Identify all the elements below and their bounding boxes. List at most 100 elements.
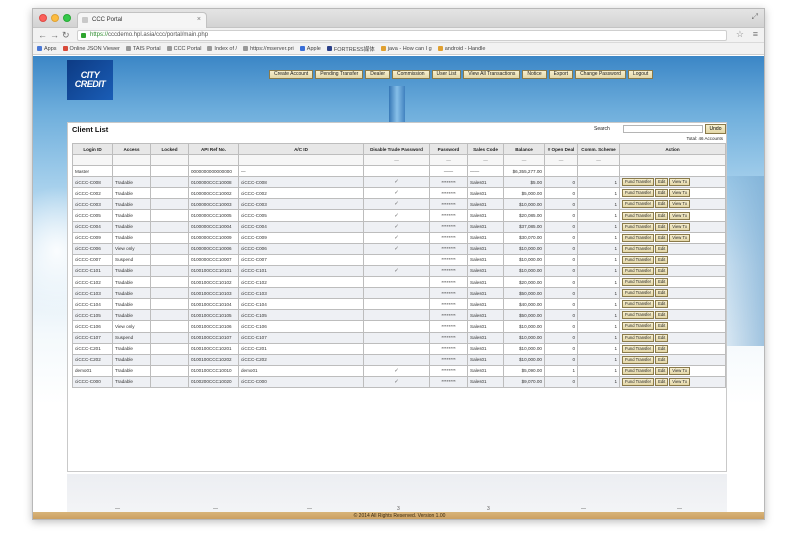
bookmark-item[interactable]: https://mserver.pri bbox=[243, 46, 294, 52]
view-tx-button[interactable]: View Tx bbox=[669, 178, 691, 187]
bookmark-item[interactable]: java - How can I g bbox=[380, 46, 432, 52]
forward-arrow-icon[interactable]: → bbox=[50, 30, 59, 40]
table-row[interactable]: ciCCC-C103 Tradable 0100100CCC10103 ciCCC-C… bbox=[72, 287, 726, 300]
column-header[interactable]: Locked bbox=[150, 142, 189, 156]
table-row[interactable]: demo01 Tradable 0100100CCC10010 demo01 ✓ ****… bbox=[72, 364, 726, 377]
table-row[interactable]: ciCCC-C201 Tradable 0100100CCC10201 ciCCC-C… bbox=[72, 342, 726, 355]
table-row[interactable]: ciCCC-C104 Tradable 0100100CCC10104 ciCCC-C… bbox=[72, 298, 726, 311]
fund-transfer-button[interactable]: Fund Transfer bbox=[622, 233, 655, 242]
filter-cell[interactable] bbox=[72, 154, 113, 167]
undo-button[interactable]: Undo bbox=[705, 124, 726, 134]
fund-transfer-button[interactable]: Fund Transfer bbox=[622, 244, 655, 253]
dealer-button[interactable]: Dealer bbox=[365, 70, 391, 79]
fund-transfer-button[interactable]: Fund Transfer bbox=[622, 211, 655, 220]
fund-transfer-button[interactable]: Fund Transfer bbox=[622, 344, 655, 353]
fund-transfer-button[interactable]: Fund Transfer bbox=[622, 311, 655, 320]
fund-transfer-button[interactable]: Fund Transfer bbox=[622, 333, 655, 342]
fund-transfer-button[interactable]: Fund Transfer bbox=[622, 222, 655, 231]
table-row[interactable]: ciCCC-C107 Suspend 0100100CCC10107 ciCCC-C1… bbox=[72, 331, 726, 344]
edit-button[interactable]: Edit bbox=[655, 300, 669, 309]
bookmark-star-icon[interactable]: ☆ bbox=[736, 29, 744, 40]
filter-cell[interactable]: — bbox=[467, 154, 504, 167]
fund-transfer-button[interactable]: Fund Transfer bbox=[622, 200, 655, 209]
table-row[interactable]: ciCCC-C101 Tradable 0100100CCC10101 ciCCC-C… bbox=[72, 264, 726, 278]
filter-cell[interactable]: — bbox=[429, 154, 468, 167]
bookmark-item[interactable]: Index of / bbox=[207, 46, 237, 52]
browser-tab[interactable]: CCC Portal × bbox=[77, 12, 207, 28]
column-header[interactable]: # Open Deal bbox=[544, 142, 578, 156]
column-header[interactable]: A/C ID bbox=[238, 142, 364, 156]
edit-button[interactable]: Edit bbox=[655, 366, 669, 375]
view-tx-button[interactable]: View Tx bbox=[669, 366, 691, 375]
search-input[interactable] bbox=[623, 125, 703, 133]
bookmark-item[interactable]: Online JSON Viewer bbox=[62, 46, 120, 52]
user-list-button[interactable]: User List bbox=[431, 70, 462, 79]
filter-cell[interactable] bbox=[150, 154, 189, 167]
edit-button[interactable]: Edit bbox=[655, 289, 669, 298]
table-row[interactable]: ciCCC-C006 View only 0100000CCC10006 ciCCC-… bbox=[72, 242, 726, 255]
edit-button[interactable]: Edit bbox=[655, 233, 669, 242]
view-tx-button[interactable]: View Tx bbox=[669, 189, 691, 198]
table-row[interactable]: ciCCC-C102 Tradable 0100100CCC10102 ciCCC-C… bbox=[72, 276, 726, 289]
bookmark-item[interactable]: Apple bbox=[299, 46, 321, 52]
bookmark-item[interactable]: FORTRESS媒体 bbox=[326, 45, 375, 53]
edit-button[interactable]: Edit bbox=[655, 322, 669, 331]
back-arrow-icon[interactable]: ← bbox=[38, 30, 47, 40]
edit-button[interactable]: Edit bbox=[655, 377, 669, 386]
fund-transfer-button[interactable]: Fund Transfer bbox=[622, 255, 655, 264]
table-row[interactable]: ciCCC-C000 Tradable 0100200CCC10020 ciCCC-C… bbox=[72, 375, 726, 388]
company-logo[interactable]: CITY CREDIT bbox=[67, 60, 113, 100]
fund-transfer-button[interactable]: Fund Transfer bbox=[622, 178, 655, 187]
export-button[interactable]: Export bbox=[548, 70, 574, 79]
table-row[interactable]: ciCCC-C002 Tradable 0100000CCC10002 ciCCC-C… bbox=[72, 187, 726, 200]
change-password-button[interactable]: Change Password bbox=[575, 70, 626, 79]
fund-transfer-button[interactable]: Fund Transfer bbox=[622, 300, 655, 309]
view-tx-button[interactable]: View Tx bbox=[669, 211, 691, 220]
table-row[interactable]: ciCCC-C004 Tradable 0100000CCC10004 ciCCC-C… bbox=[72, 220, 726, 233]
view-tx-button[interactable]: View Tx bbox=[669, 377, 691, 386]
view-all-transactions-button[interactable]: View All Transactions bbox=[463, 70, 521, 79]
view-tx-button[interactable]: View Tx bbox=[669, 200, 691, 209]
table-row[interactable]: ciCCC-C009 Tradable 0100000CCC10009 ciCCC-C… bbox=[72, 231, 726, 244]
notice-button[interactable]: Notice bbox=[522, 70, 547, 79]
filter-cell[interactable] bbox=[112, 154, 151, 167]
edit-button[interactable]: Edit bbox=[655, 211, 669, 220]
table-row[interactable]: ciCCC-C105 Tradable 0100100CCC10105 ciCCC-C… bbox=[72, 309, 726, 322]
create-account-button[interactable]: Create Account bbox=[269, 70, 314, 79]
column-header[interactable]: Password bbox=[429, 142, 468, 156]
table-row[interactable]: ciCCC-C007 Suspend 0100000CCC10007 ciCCC-C0… bbox=[72, 253, 726, 266]
fund-transfer-button[interactable]: Fund Transfer bbox=[622, 266, 655, 275]
filter-cell[interactable] bbox=[188, 154, 239, 167]
edit-button[interactable]: Edit bbox=[655, 255, 669, 264]
fund-transfer-button[interactable]: Fund Transfer bbox=[622, 322, 655, 331]
edit-button[interactable]: Edit bbox=[655, 344, 669, 353]
table-row[interactable]: ciCCC-C005 Tradable 0100000CCC10005 ciCCC-C… bbox=[72, 209, 726, 222]
fund-transfer-button[interactable]: Fund Transfer bbox=[622, 289, 655, 298]
tab-close-icon[interactable]: × bbox=[197, 13, 201, 27]
edit-button[interactable]: Edit bbox=[655, 222, 669, 231]
bookmark-item[interactable]: CCC Portal bbox=[166, 46, 201, 52]
column-header[interactable]: Access bbox=[112, 142, 151, 156]
fullscreen-icon[interactable]: ⤢ bbox=[752, 12, 758, 22]
edit-button[interactable]: Edit bbox=[655, 178, 669, 187]
filter-cell[interactable]: — bbox=[544, 154, 578, 167]
column-header[interactable]: Comm. Scheme bbox=[577, 142, 620, 156]
filter-cell[interactable]: — bbox=[577, 154, 620, 167]
fund-transfer-button[interactable]: Fund Transfer bbox=[622, 278, 655, 287]
edit-button[interactable]: Edit bbox=[655, 200, 669, 209]
fund-transfer-button[interactable]: Fund Transfer bbox=[622, 377, 655, 386]
fund-transfer-button[interactable]: Fund Transfer bbox=[622, 355, 655, 364]
edit-button[interactable]: Edit bbox=[655, 311, 669, 320]
filter-cell[interactable]: — bbox=[503, 154, 545, 167]
edit-button[interactable]: Edit bbox=[655, 189, 669, 198]
table-row[interactable]: Master 0000000000000000— —— —— $6,355,277.00 bbox=[72, 165, 726, 178]
fund-transfer-button[interactable]: Fund Transfer bbox=[622, 189, 655, 198]
column-header[interactable]: Balance bbox=[503, 142, 545, 156]
zoom-window-button[interactable] bbox=[63, 14, 71, 22]
edit-button[interactable]: Edit bbox=[655, 355, 669, 364]
table-row[interactable]: ciCCC-C106 View only 0100100CCC10106 ciCCC-… bbox=[72, 320, 726, 333]
column-header[interactable]: Disable Trade Password bbox=[363, 142, 430, 156]
edit-button[interactable]: Edit bbox=[655, 333, 669, 342]
column-header[interactable]: Sales Code bbox=[467, 142, 504, 156]
table-row[interactable]: ciCCC-C202 Tradable 0100100CCC10202 ciCCC-C… bbox=[72, 353, 726, 366]
